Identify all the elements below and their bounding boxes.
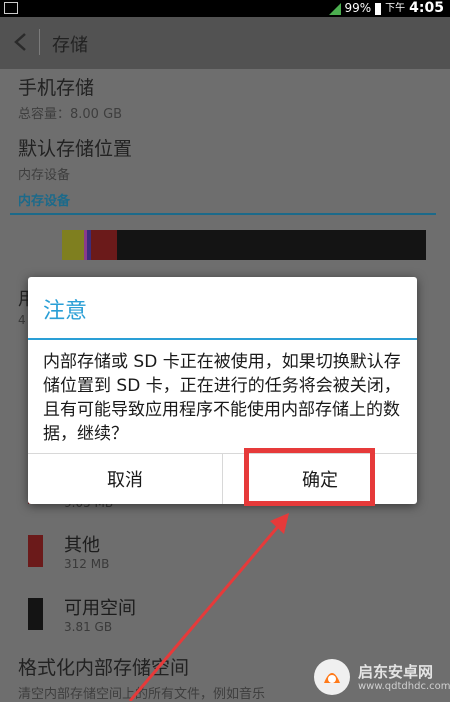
- watermark-logo-icon: [314, 659, 350, 695]
- highlight-box: [244, 448, 375, 506]
- phone-storage-summary: 总容量：8.00 GB: [18, 107, 123, 122]
- chevron-left-icon[interactable]: [10, 31, 32, 53]
- format-title: 格式化内部存储空间: [18, 657, 190, 679]
- legend-size: 312 MB: [64, 557, 110, 571]
- legend-swatch: [28, 535, 43, 567]
- watermark-name: 启东安卓网: [358, 663, 434, 681]
- dialog-message: 内部存储或 SD 卡正在被使用，如果切换默认存储位置到 SD 卡，正在进行的任务…: [43, 352, 401, 444]
- default-location-summary: 内存设备: [18, 168, 71, 183]
- storage-usage-bar: [62, 230, 426, 260]
- default-location-item[interactable]: 默认存储位置 内存设备: [18, 134, 132, 183]
- time-ampm: 下午: [385, 3, 406, 14]
- watermark: 启东安卓网 www.qdtdhdc.com: [312, 657, 450, 701]
- status-right: 99% 下午 4:05: [328, 0, 444, 17]
- section-divider: [10, 213, 436, 215]
- action-bar: 存储: [0, 17, 450, 69]
- phone-storage-title: 手机存储: [18, 77, 95, 99]
- default-location-title: 默认存储位置: [18, 138, 133, 160]
- legend-swatch: [28, 598, 43, 630]
- dialog-title: 注意: [43, 299, 88, 324]
- legend-size: 3.81 GB: [64, 620, 113, 634]
- storage-segment-3: [91, 230, 117, 260]
- battery-icon: [375, 2, 382, 15]
- section-header: 内存设备: [18, 194, 71, 209]
- battery-percent: 99%: [344, 1, 372, 15]
- time: 4:05: [409, 0, 444, 16]
- action-divider: [39, 29, 40, 55]
- partial-row-summary: 4: [18, 313, 26, 327]
- legend-title: 其他: [64, 535, 100, 556]
- format-item[interactable]: 格式化内部存储空间 清空内部存储空间上的所有文件，例如音乐: [18, 653, 265, 702]
- phone-storage-item[interactable]: 手机存储 总容量：8.00 GB: [18, 73, 122, 122]
- storage-segment-0: [62, 230, 84, 260]
- format-summary: 清空内部存储空间上的所有文件，例如音乐: [18, 687, 266, 702]
- watermark-url: www.qdtdhdc.com: [358, 681, 450, 692]
- status-bar: 99% 下午 4:05: [0, 0, 450, 17]
- cancel-button[interactable]: 取消: [28, 454, 222, 504]
- signal-icon: [328, 2, 341, 15]
- page-title: 存储: [52, 35, 88, 56]
- gallery-icon: [4, 2, 18, 14]
- dialog-title-divider: [28, 338, 417, 340]
- legend-title: 可用空间: [64, 598, 136, 619]
